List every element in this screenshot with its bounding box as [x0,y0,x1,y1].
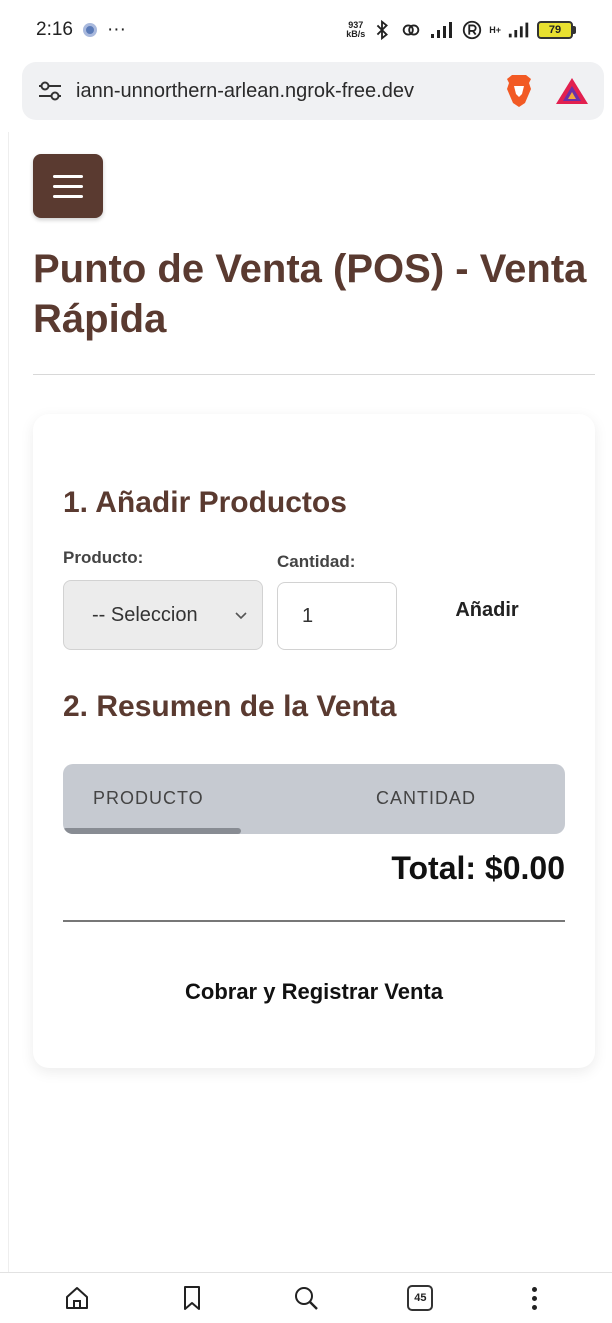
menu-icon-bar-1 [53,174,83,178]
registered-icon [463,20,482,40]
notification-icon [82,23,97,37]
search-button[interactable] [290,1282,322,1314]
net-speed: 937 kB/s [346,21,365,39]
more-icon [532,1286,538,1310]
battery-level: 79 [537,21,573,39]
menu-icon-bar-2 [53,184,83,188]
product-select-value: -- Seleccion [92,603,198,626]
status-time: 2:16 [36,19,73,40]
battery-tip [573,26,576,34]
signal-icon [431,22,453,38]
bookmark-button[interactable] [176,1282,208,1314]
network-type: H+ [489,24,501,35]
tune-icon[interactable] [36,77,64,105]
more-dot-2 [532,1295,538,1301]
quantity-value: 1 [302,604,314,627]
more-button[interactable] [519,1282,551,1314]
table-horizontal-scrollbar[interactable] [63,828,241,834]
quantity-input[interactable]: 1 [277,582,397,650]
add-button[interactable]: Añadir [437,590,537,630]
table-header-quantity: CANTIDAD [376,788,477,808]
menu-button[interactable] [33,154,103,218]
battery-icon: 79 [537,21,576,39]
signal-2-icon [508,22,529,38]
charge-register-sale-button[interactable]: Cobrar y Registrar Venta [63,962,565,1022]
search-icon [294,1287,318,1310]
status-right: 937 kB/s H+ 79 [346,19,576,41]
chevron-down-icon [235,612,247,620]
bluetooth-icon [377,19,389,41]
tabs-icon: 45 [407,1285,434,1311]
menu-icon-bar-3 [53,194,83,198]
bookmark-icon [183,1286,200,1310]
product-select[interactable]: -- Seleccion [63,580,263,650]
sale-summary-table: PRODUCTO CANTIDAD [63,764,565,834]
status-left: 2:16 ··· [36,19,126,41]
url-text[interactable]: iann-unnorthern-arlean.ngrok-free.dev [76,80,496,103]
pos-card: 1. Añadir Productos Producto: Cantidad: … [33,414,595,1068]
page-title: Punto de Venta (POS) - Venta Rápida [33,247,587,341]
brave-lion-icon[interactable] [502,73,536,109]
card-divider [63,920,565,922]
status-ellipsis: ··· [106,19,126,40]
product-label: Producto: [63,548,144,567]
home-button[interactable] [61,1282,93,1314]
status-bar: 2:16 ··· 937 kB/s H+ 79 [0,0,612,60]
net-speed-unit: kB/s [346,29,366,39]
browser-bottom-nav: 45 [0,1272,612,1323]
address-bar[interactable]: iann-unnorthern-arlean.ngrok-free.dev [22,62,604,120]
title-divider [33,374,595,375]
web-page: Punto de Venta (POS) - Venta Rápida 1. A… [8,132,612,1272]
section-summary-title: 2. Resumen de la Venta [63,690,397,723]
quantity-label: Cantidad: [277,552,356,571]
sale-total: Total: $0.00 [391,850,565,886]
more-dot-3 [532,1304,538,1310]
home-icon [66,1287,89,1309]
table-header-product: PRODUCTO [93,788,204,808]
brave-rewards-icon[interactable] [554,75,590,107]
hotspot-link-icon [402,24,420,36]
section-add-products-title: 1. Añadir Productos [63,486,347,519]
more-dot-1 [532,1286,538,1292]
tabs-button[interactable]: 45 [404,1282,436,1314]
